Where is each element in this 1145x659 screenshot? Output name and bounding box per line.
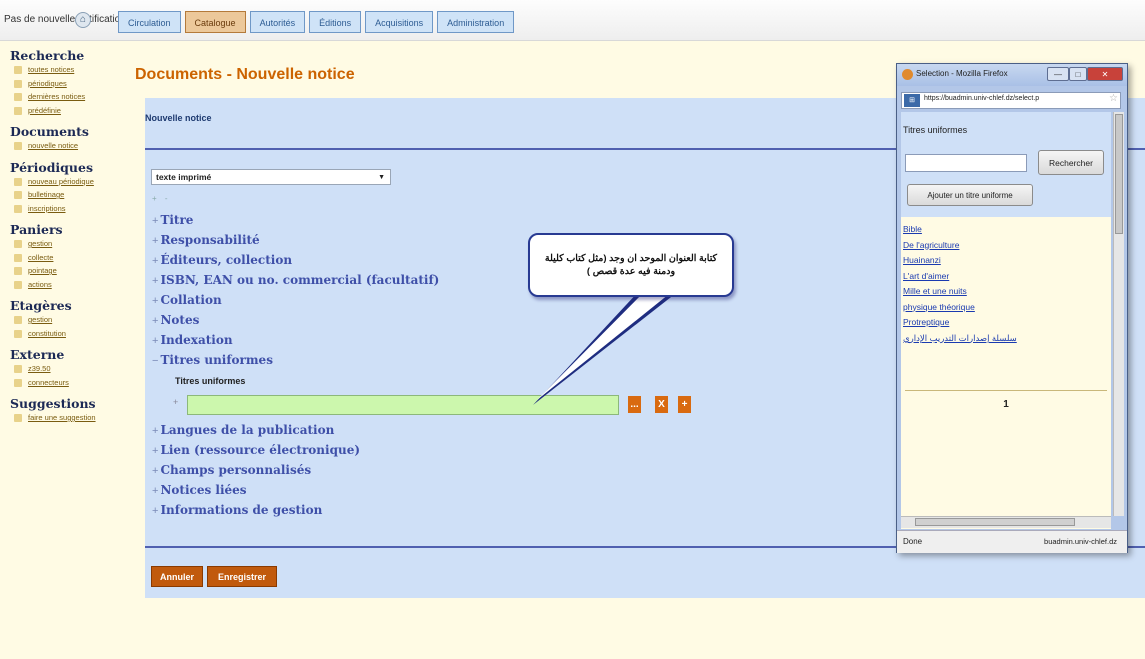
search-input[interactable] bbox=[905, 154, 1027, 172]
callout-tail-shape bbox=[533, 290, 680, 405]
annotation-callout: كتابة العنوان الموحد ان وجد (مثل كتاب كل… bbox=[528, 233, 734, 297]
search-button[interactable]: Rechercher bbox=[1038, 150, 1104, 175]
list-item[interactable]: Protreptique bbox=[903, 315, 1017, 331]
bookmark-star-icon[interactable]: ☆ bbox=[1109, 93, 1118, 104]
divider bbox=[905, 390, 1107, 391]
pagination-page[interactable]: 1 bbox=[901, 399, 1111, 410]
minimize-icon[interactable]: — bbox=[1047, 67, 1069, 81]
scrollbar-thumb[interactable] bbox=[1115, 114, 1123, 234]
selection-popup-window: Selection - Mozilla Firefox — □ ✕ ⊞ http… bbox=[896, 63, 1128, 553]
titres-list: Bible De l'agriculture Huainanzi L'art d… bbox=[903, 222, 1017, 346]
popup-url: https://buadmin.univ-chlef.dz/select.p bbox=[924, 95, 1040, 102]
list-item[interactable]: Huainanzi bbox=[903, 253, 1017, 269]
popup-status-bar: Done buadmin.univ-chlef.dz bbox=[897, 530, 1127, 553]
popup-content: Titres uniformes Rechercher Ajouter un t… bbox=[901, 112, 1111, 529]
add-titre-uniforme-button[interactable]: Ajouter un titre uniforme bbox=[907, 184, 1033, 206]
site-identity-icon[interactable]: ⊞ bbox=[904, 94, 920, 107]
popup-url-bar[interactable]: ⊞ https://buadmin.univ-chlef.dz/select.p… bbox=[901, 92, 1121, 109]
popup-search-area: Titres uniformes Rechercher Ajouter un t… bbox=[901, 112, 1111, 217]
horizontal-scrollbar[interactable] bbox=[901, 516, 1111, 528]
list-item[interactable]: physique théorique bbox=[903, 300, 1017, 316]
list-item[interactable]: De l'agriculture bbox=[903, 238, 1017, 254]
status-text: Done bbox=[903, 537, 923, 546]
status-domain: buadmin.univ-chlef.dz bbox=[1044, 537, 1117, 546]
popup-heading: Titres uniformes bbox=[903, 125, 968, 135]
maximize-icon[interactable]: □ bbox=[1069, 67, 1087, 81]
firefox-icon bbox=[902, 69, 913, 80]
scrollbar-thumb[interactable] bbox=[915, 518, 1075, 526]
list-item[interactable]: Bible bbox=[903, 222, 1017, 238]
popup-titlebar[interactable]: Selection - Mozilla Firefox — □ ✕ bbox=[897, 64, 1127, 86]
list-item[interactable]: L'art d'aimer bbox=[903, 269, 1017, 285]
popup-title: Selection - Mozilla Firefox bbox=[916, 69, 1008, 78]
vertical-scrollbar[interactable] bbox=[1113, 112, 1124, 516]
close-icon[interactable]: ✕ bbox=[1087, 67, 1123, 81]
list-item[interactable]: Mille et une nuits bbox=[903, 284, 1017, 300]
list-item[interactable]: سلسلة إصدارات التدريب الإداري bbox=[903, 331, 1017, 347]
